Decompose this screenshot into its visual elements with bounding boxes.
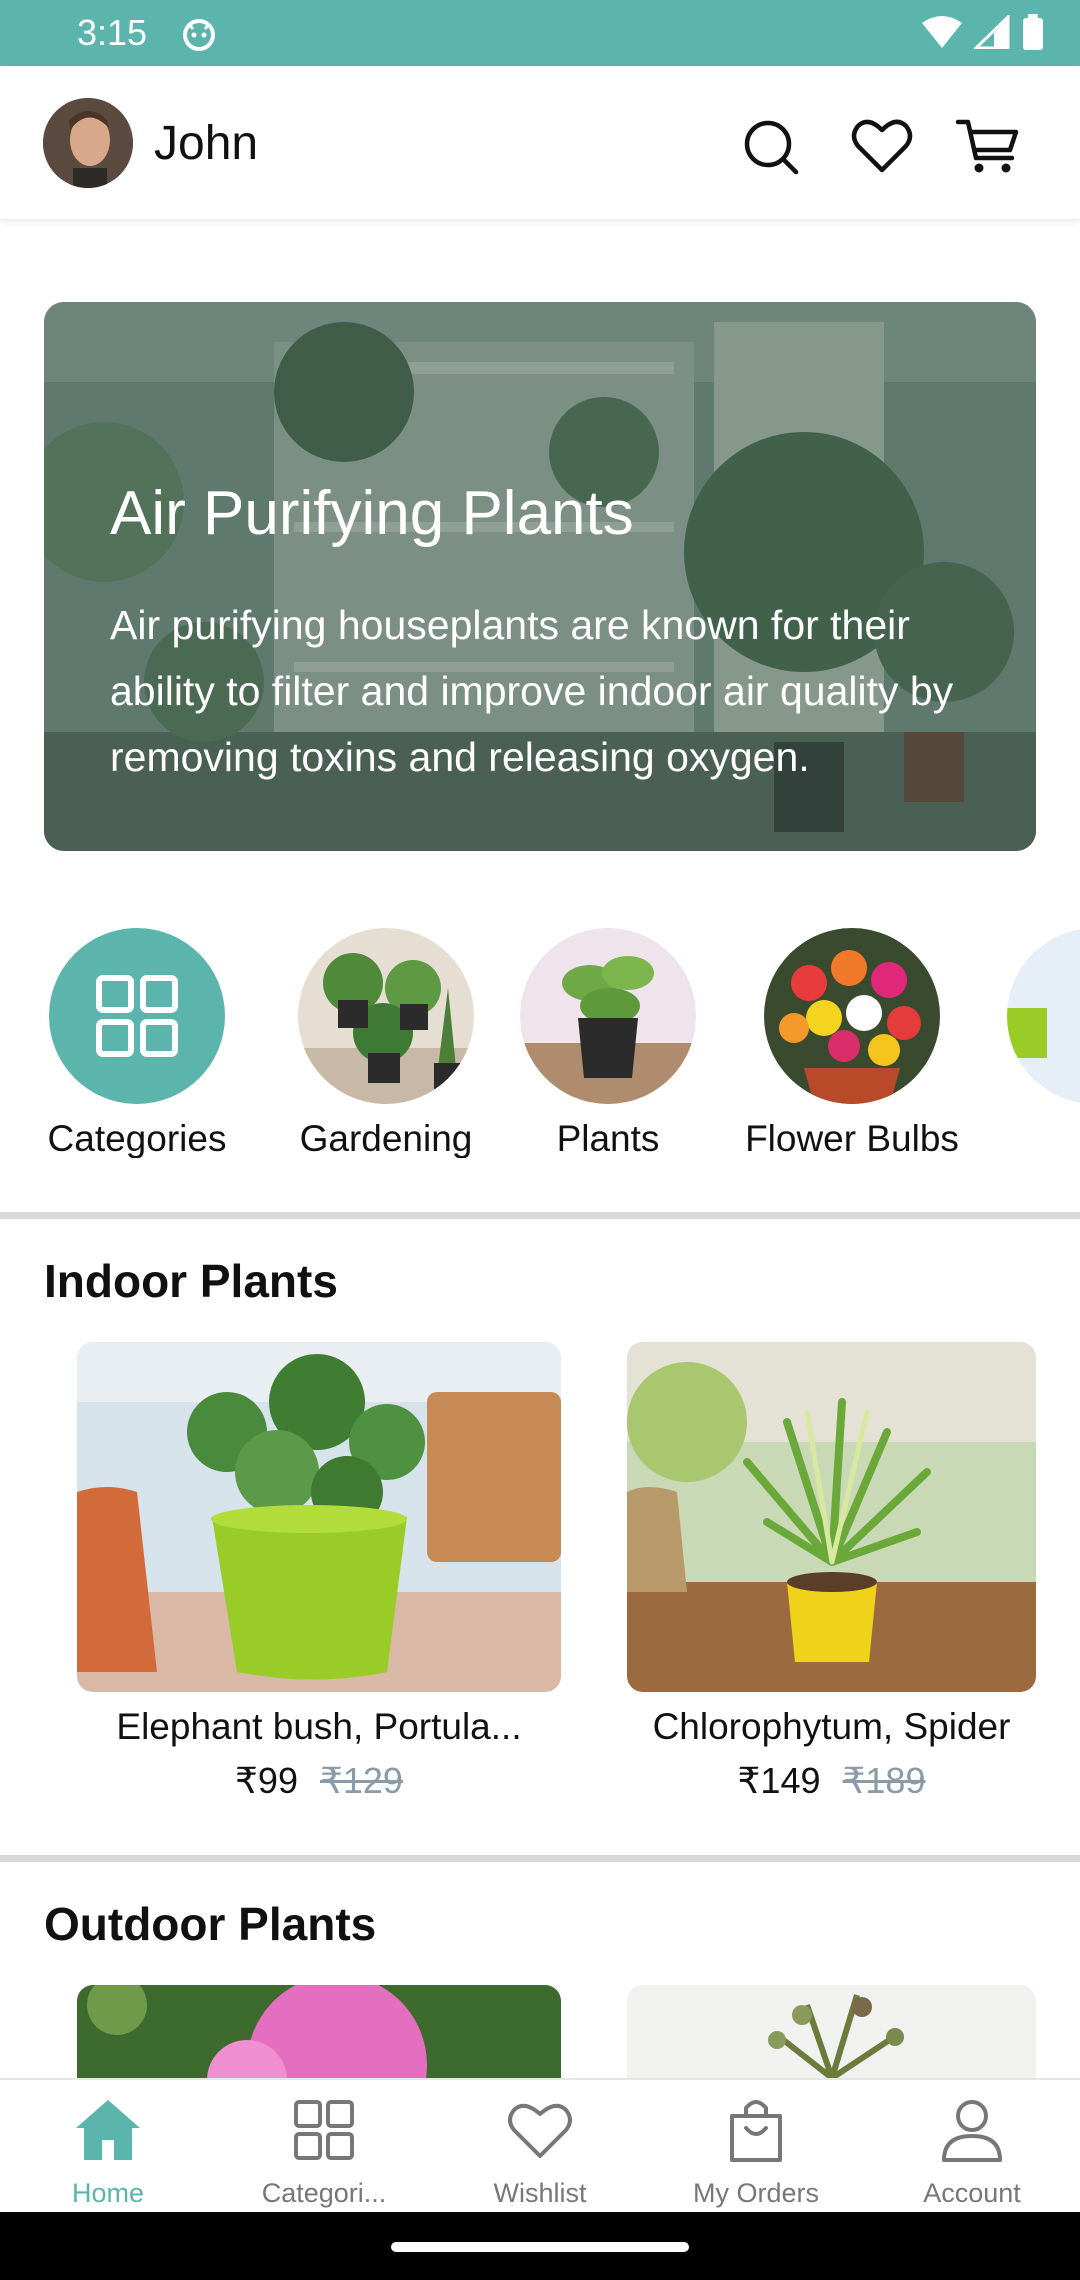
category-item-partial[interactable] (1007, 928, 1080, 1104)
nav-label: My Orders (692, 2178, 819, 2208)
product-card[interactable]: Chlorophytum, Spider ₹149 ₹189 (627, 1342, 1067, 1802)
product-card[interactable] (627, 1985, 1036, 2078)
flower-bulbs-image (764, 928, 940, 1104)
signal-icon (974, 15, 1010, 49)
bottom-navigation: Home Categori... Wishlist My Orders Acco… (0, 2078, 1080, 2212)
plants-image (520, 928, 696, 1104)
shopping-bag-icon (730, 2100, 782, 2162)
system-navigation-bar (0, 2212, 1080, 2280)
user-name: John (154, 117, 259, 170)
nav-label: Wishlist (493, 2178, 587, 2208)
product-name: Chlorophytum, Spider (652, 1706, 1011, 1747)
grid-icon (96, 975, 178, 1057)
nav-item-home[interactable]: Home (18, 2094, 198, 2209)
battery-icon (1023, 14, 1043, 50)
nav-item-my-orders[interactable]: My Orders (666, 2094, 846, 2209)
wifi-icon (922, 16, 962, 48)
product-original-price: ₹189 (842, 1760, 926, 1801)
category-label: Plants (556, 1118, 660, 1158)
section-title-indoor: Indoor Plants (44, 1255, 338, 1307)
category-label: Categories (47, 1118, 227, 1158)
section-divider (0, 1212, 1080, 1219)
gardening-image (298, 928, 474, 1104)
banner-title: Air Purifying Plants (110, 479, 634, 548)
category-item-plants[interactable]: Plants (520, 928, 696, 1158)
product-price: ₹99 ₹129 (77, 1760, 561, 1802)
nav-label: Home (71, 2178, 145, 2208)
category-label: Flower Bulbs (745, 1118, 959, 1158)
category-carousel[interactable]: Categories Gardening Plants Flower Bulbs (0, 928, 1080, 1158)
nav-item-account[interactable]: Account (882, 2094, 1062, 2209)
nav-label: Categori... (261, 2178, 387, 2208)
heart-icon[interactable] (850, 114, 914, 178)
section-title-outdoor: Outdoor Plants (44, 1898, 377, 1950)
category-item-gardening[interactable]: Gardening (298, 928, 474, 1158)
product-image (77, 1342, 561, 1692)
category-item-categories[interactable]: Categories (44, 928, 230, 1158)
product-card[interactable] (77, 1985, 561, 2078)
category-label: Gardening (299, 1118, 473, 1158)
category-circle (49, 928, 225, 1104)
nav-item-categories[interactable]: Categori... (234, 2094, 414, 2209)
status-time: 3:15 (77, 12, 148, 53)
product-image (77, 1985, 561, 2078)
app-header: John (0, 66, 1080, 220)
home-gesture-handle[interactable] (391, 2242, 689, 2252)
person-icon (942, 2100, 1002, 2162)
product-image (627, 1342, 1036, 1692)
nav-item-wishlist[interactable]: Wishlist (450, 2094, 630, 2209)
promo-banner[interactable]: Air Purifying Plants Air purifying house… (44, 302, 1036, 851)
product-card[interactable]: Elephant bush, Portula... ₹99 ₹129 (77, 1342, 561, 1802)
cart-icon[interactable] (956, 114, 1020, 178)
status-icons (922, 14, 1044, 50)
avatar-photo (43, 98, 133, 188)
category-item-flower-bulbs[interactable]: Flower Bulbs (740, 928, 964, 1158)
nav-label: Account (923, 2178, 1021, 2208)
product-image (627, 1985, 1036, 2078)
product-price: ₹149 ₹189 (627, 1760, 1036, 1802)
avatar[interactable] (43, 98, 133, 188)
section-divider (0, 1855, 1080, 1862)
home-icon (76, 2100, 140, 2160)
search-icon[interactable] (740, 114, 804, 178)
product-name: Elephant bush, Portula... (116, 1706, 522, 1747)
category-partial-image (1007, 928, 1080, 1104)
banner-description: Air purifying houseplants are known for … (110, 602, 954, 780)
product-current-price: ₹149 (737, 1760, 821, 1801)
grid-icon (294, 2100, 354, 2160)
product-original-price: ₹129 (319, 1760, 403, 1801)
status-bar: 3:15 (0, 0, 1080, 66)
app-notification-icon (183, 19, 215, 51)
product-current-price: ₹99 (235, 1760, 298, 1801)
heart-icon (508, 2103, 572, 2158)
